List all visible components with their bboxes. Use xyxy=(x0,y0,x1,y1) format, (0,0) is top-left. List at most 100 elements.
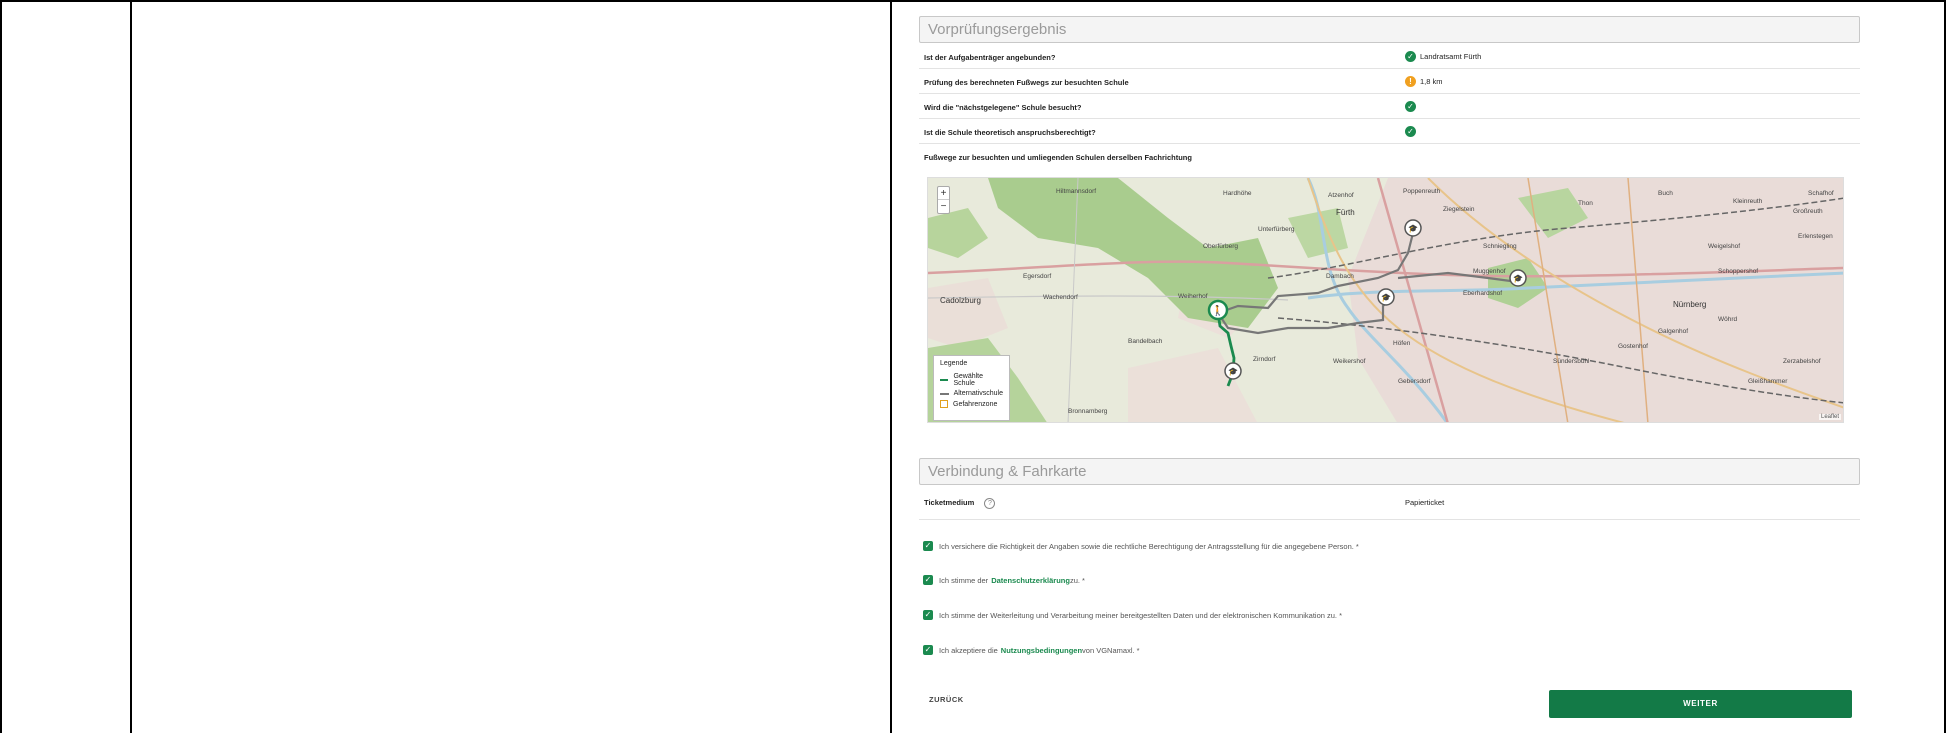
checkbox-checked-icon[interactable]: ✓ xyxy=(923,645,933,655)
back-button[interactable]: ZURÜCK xyxy=(929,695,964,704)
map-place-label: Zirndorf xyxy=(1253,356,1276,363)
map-place-label: Unterfürberg xyxy=(1258,226,1295,233)
prefcheck-row: Ist der Aufgabenträger angebunden? ✓ Lan… xyxy=(919,44,1860,69)
check-icon: ✓ xyxy=(1405,51,1416,62)
terms-link[interactable]: Nutzungsbedingungen xyxy=(1001,646,1082,655)
top-border xyxy=(0,0,1946,2)
map-place-label: Schoppershof xyxy=(1718,268,1759,275)
map-place-label: Muggenhof xyxy=(1473,268,1506,275)
map-place-label: Schafhof xyxy=(1808,190,1834,197)
svg-text:🚶: 🚶 xyxy=(1212,304,1224,317)
next-button[interactable]: WEITER xyxy=(1549,690,1852,718)
consent-text: Ich versichere die Richtigkeit der Angab… xyxy=(939,541,1359,551)
legend-swatch xyxy=(940,379,949,381)
map-place-label: Bandelbach xyxy=(1128,338,1163,345)
checkbox-checked-icon[interactable]: ✓ xyxy=(923,610,933,620)
map-place-label: Kleinreuth xyxy=(1733,198,1763,205)
zoom-out-button[interactable]: − xyxy=(938,200,949,213)
consent-text-pre: Ich stimme der xyxy=(939,575,989,585)
checkbox-checked-icon[interactable]: ✓ xyxy=(923,541,933,551)
map-place-label: Schniegling xyxy=(1483,243,1517,250)
ticket-label-wrap: Ticketmedium ? xyxy=(924,498,996,509)
legend-item: Gefahrenzone xyxy=(940,400,1003,408)
column-divider-1 xyxy=(130,0,132,733)
help-icon[interactable]: ? xyxy=(984,498,996,509)
map-place-label: Weiherhof xyxy=(1178,293,1208,300)
prefcheck-question: Ist die Schule theoretisch anspruchsbere… xyxy=(924,128,1096,137)
map-place-label: Cadolzburg xyxy=(940,296,981,305)
map-place-label: Hardhöhe xyxy=(1223,190,1252,197)
map-place-label: Ziegelstein xyxy=(1443,206,1475,213)
legend-item: Alternativschule xyxy=(940,390,1003,397)
consent-data-processing[interactable]: ✓ Ich stimme der Weiterleitung und Verar… xyxy=(923,610,1342,620)
map-place-label: Dambach xyxy=(1326,273,1354,280)
checkbox-checked-icon[interactable]: ✓ xyxy=(923,575,933,585)
prefcheck-answer: ✓ xyxy=(1405,126,1420,137)
legend-title: Legende xyxy=(940,360,968,367)
map-place-label: Wöhrd xyxy=(1718,316,1738,323)
map-place-label: Thon xyxy=(1578,200,1593,207)
map-legend: Legende Gewählte Schule Alternativschule… xyxy=(933,355,1010,421)
consent-text-pre: Ich akzeptiere die xyxy=(939,645,998,655)
consent-text-post: von VGNamaxl. * xyxy=(1082,645,1140,655)
prefcheck-answer: ✓ xyxy=(1405,101,1420,112)
prefcheck-question: Prüfung des berechneten Fußwegs zur besu… xyxy=(924,78,1129,87)
map-place-label: Erlenstegen xyxy=(1798,233,1833,240)
prefcheck-row: Ist die Schule theoretisch anspruchsbere… xyxy=(919,119,1860,144)
prefcheck-row: Wird die "nächstgelegene" Schule besucht… xyxy=(919,94,1860,119)
route-map[interactable]: 🚶 🎓 🎓 🎓 🎓 Hiltmannsdorf Hardhöhe Atzenho… xyxy=(927,177,1844,423)
prefcheck-row: Prüfung des berechneten Fußwegs zur besu… xyxy=(919,69,1860,94)
map-place-label: Oberfürberg xyxy=(1203,243,1239,250)
prefcheck-answer: ! 1,8 km xyxy=(1405,76,1443,87)
map-place-label: Buch xyxy=(1658,190,1673,197)
prefcheck-answer: ✓ Landratsamt Fürth xyxy=(1405,51,1481,62)
form-content: Vorprüfungsergebnis Ist der Aufgabenträg… xyxy=(909,5,1860,733)
svg-text:🎓: 🎓 xyxy=(1228,367,1238,376)
section-header-prefcheck: Vorprüfungsergebnis xyxy=(919,16,1860,43)
privacy-policy-link[interactable]: Datenschutzerklärung xyxy=(991,576,1070,585)
zoom-in-button[interactable]: + xyxy=(938,187,949,200)
map-place-label: Weigelshof xyxy=(1708,243,1741,250)
map-place-label: Atzenhof xyxy=(1328,192,1354,199)
prefcheck-answer-text: Landratsamt Fürth xyxy=(1420,52,1482,61)
map-place-label: Hiltmannsdorf xyxy=(1056,188,1097,195)
map-place-label: Bronnamberg xyxy=(1068,408,1108,415)
consent-terms[interactable]: ✓ Ich akzeptiere die Nutzungsbedingungen… xyxy=(923,645,1140,655)
map-place-label: Galgenhof xyxy=(1658,328,1688,335)
ticket-value: Papierticket xyxy=(1405,498,1445,507)
warning-icon: ! xyxy=(1405,76,1416,87)
map-place-label: Wachendorf xyxy=(1043,294,1078,301)
left-border xyxy=(0,0,2,733)
svg-text:🎓: 🎓 xyxy=(1513,274,1523,283)
map-caption-row: Fußwege zur besuchten und umliegenden Sc… xyxy=(919,144,1860,169)
legend-item: Gewählte Schule xyxy=(940,373,1003,387)
check-icon: ✓ xyxy=(1405,126,1416,137)
map-place-label: Gostenhof xyxy=(1618,343,1648,350)
section-header-connection: Verbindung & Fahrkarte xyxy=(919,458,1860,485)
map-place-label: Fürth xyxy=(1336,208,1355,217)
map-caption: Fußwege zur besuchten und umliegenden Sc… xyxy=(924,153,1192,162)
map-place-label: Großreuth xyxy=(1793,208,1823,215)
consent-accuracy[interactable]: ✓ Ich versichere die Richtigkeit der Ang… xyxy=(923,541,1359,551)
svg-text:🎓: 🎓 xyxy=(1408,224,1418,233)
check-icon: ✓ xyxy=(1405,101,1416,112)
consent-text-post: zu. * xyxy=(1069,575,1085,585)
consent-text: Ich stimme der Weiterleitung und Verarbe… xyxy=(939,610,1342,620)
map-place-label: Weikershof xyxy=(1333,358,1366,365)
map-place-label: Gleißhammer xyxy=(1748,378,1788,385)
map-place-label: Zerzabelshof xyxy=(1783,358,1821,365)
map-attribution[interactable]: Leaflet xyxy=(1818,414,1841,420)
legend-swatch xyxy=(940,400,948,408)
legend-label: Alternativschule xyxy=(953,390,1003,397)
svg-text:🎓: 🎓 xyxy=(1381,293,1391,302)
consent-privacy[interactable]: ✓ Ich stimme der Datenschutzerklärung zu… xyxy=(923,575,1085,585)
legend-label: Gewählte Schule xyxy=(953,373,984,387)
prefcheck-question: Ist der Aufgabenträger angebunden? xyxy=(924,53,1056,62)
legend-label: Gefahrenzone xyxy=(953,400,998,408)
map-place-label: Sündersbühl xyxy=(1553,358,1590,365)
map-place-label: Höfen xyxy=(1393,340,1411,347)
map-place-label: Egersdorf xyxy=(1023,273,1052,280)
prefcheck-question: Wird die "nächstgelegene" Schule besucht… xyxy=(924,103,1082,112)
column-divider-2 xyxy=(890,0,892,733)
map-place-label: Gebersdorf xyxy=(1398,378,1431,385)
